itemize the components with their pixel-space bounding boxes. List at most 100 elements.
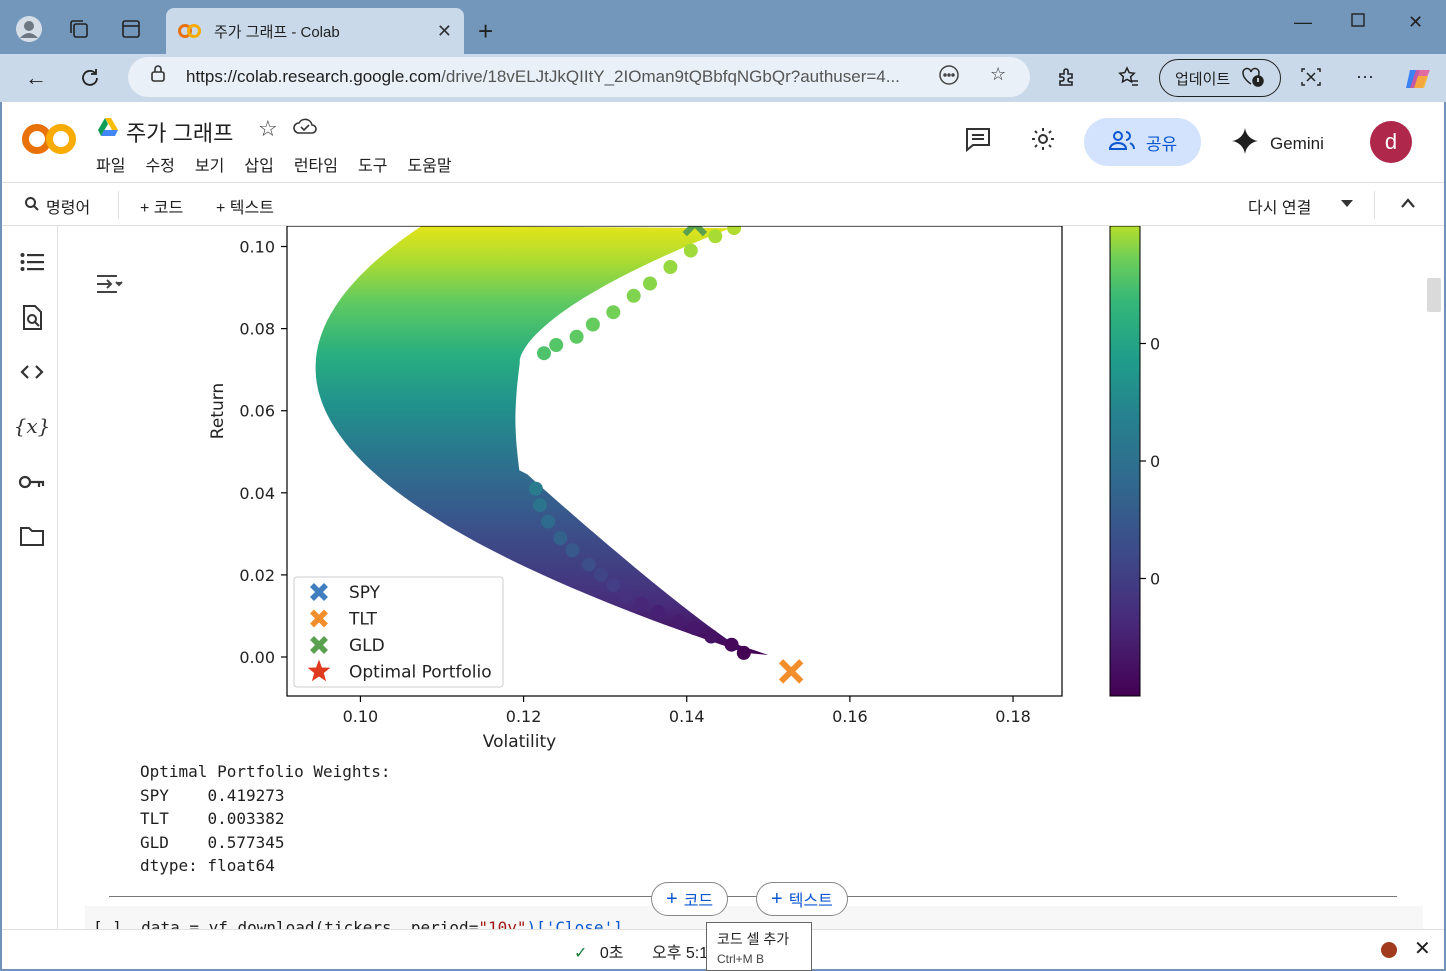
add-code-cell-button[interactable]: + 코드 bbox=[140, 194, 183, 218]
portfolio-point bbox=[634, 596, 649, 611]
insert-code-cell-button[interactable]: + 코드 bbox=[651, 882, 729, 916]
menu-file[interactable]: 파일 bbox=[96, 152, 125, 176]
toolbar-divider bbox=[1374, 191, 1375, 219]
comments-icon[interactable] bbox=[964, 126, 992, 159]
command-palette-button[interactable]: 명령어 bbox=[24, 194, 90, 218]
sharpe-colorbar: 0.20.40.6Sharpe Ratio bbox=[1109, 226, 1159, 697]
reconnect-button[interactable]: 다시 연결 bbox=[1248, 194, 1311, 218]
insert-text-label: 텍스트 bbox=[788, 893, 833, 910]
insert-code-label: 코드 bbox=[683, 893, 714, 910]
portfolio-point bbox=[651, 604, 666, 619]
left-sidebar: {𝑥} bbox=[2, 226, 58, 929]
y-tick-label: 0.10 bbox=[239, 238, 275, 257]
browser-tab-active[interactable]: 주가 그래프 - Colab ✕ bbox=[166, 8, 464, 54]
output-dtype: dtype: float64 bbox=[140, 856, 275, 875]
portfolio-point bbox=[626, 288, 641, 303]
back-icon[interactable]: ← bbox=[20, 62, 52, 94]
x-tick-label: 0.10 bbox=[343, 707, 379, 726]
star-notebook-icon[interactable]: ☆ bbox=[258, 116, 278, 142]
code-snippets-icon[interactable] bbox=[18, 358, 46, 386]
menu-tools[interactable]: 도구 bbox=[358, 152, 387, 176]
maximize-icon[interactable] bbox=[1350, 12, 1366, 33]
window-close-icon[interactable]: ✕ bbox=[1408, 12, 1423, 33]
portfolio-point bbox=[549, 338, 564, 352]
toolbar-divider bbox=[118, 191, 119, 219]
copilot-icon[interactable] bbox=[1404, 66, 1432, 97]
find-replace-icon[interactable] bbox=[18, 304, 46, 332]
x-tick-label: 0.18 bbox=[995, 707, 1031, 726]
favorites-icon[interactable] bbox=[1118, 66, 1140, 93]
portfolio-point bbox=[671, 615, 686, 630]
execution-status[interactable]: ✓ 0초 bbox=[574, 939, 623, 963]
profile-icon[interactable] bbox=[14, 14, 44, 44]
plus-icon: + bbox=[666, 887, 678, 910]
collapse-header-icon[interactable] bbox=[1400, 197, 1416, 209]
gemini-sparkle-icon bbox=[1232, 128, 1258, 159]
colab-logo-icon[interactable] bbox=[22, 120, 78, 156]
colab-page: 주가 그래프 ☆ 파일 수정 보기 삽입 런타임 도구 도움말 공유 Gemin… bbox=[2, 102, 1444, 969]
settings-gear-icon[interactable] bbox=[1030, 126, 1056, 159]
portfolio-point bbox=[663, 260, 678, 274]
session-status-icon[interactable] bbox=[1381, 942, 1397, 958]
output-actions-icon[interactable] bbox=[95, 272, 123, 302]
tab-close-icon[interactable]: ✕ bbox=[437, 21, 452, 42]
more-menu-icon[interactable]: ··· bbox=[1356, 66, 1374, 87]
share-button[interactable]: 공유 bbox=[1084, 118, 1201, 166]
extensions-icon[interactable] bbox=[1056, 66, 1078, 93]
y-tick-label: 0.06 bbox=[239, 402, 275, 421]
insert-text-cell-button[interactable]: + 텍스트 bbox=[756, 882, 848, 916]
y-tick-label: 0.02 bbox=[239, 566, 275, 585]
portfolio-point bbox=[618, 588, 633, 603]
menu-view[interactable]: 보기 bbox=[195, 152, 224, 176]
notebook-toolbar: 명령어 + 코드 + 텍스트 다시 연결 bbox=[2, 182, 1444, 226]
portfolio-point bbox=[687, 621, 702, 636]
cell-divider bbox=[109, 896, 1397, 897]
menu-edit[interactable]: 수정 bbox=[145, 152, 174, 176]
refresh-icon[interactable] bbox=[74, 62, 106, 94]
read-aloud-icon[interactable] bbox=[938, 64, 960, 91]
y-tick-label: 0.00 bbox=[239, 648, 275, 667]
colorbar-tick-label: 0.4 bbox=[1150, 452, 1159, 471]
favorite-star-icon[interactable]: ☆ bbox=[990, 64, 1006, 85]
user-avatar[interactable]: d bbox=[1370, 121, 1412, 163]
menu-help[interactable]: 도움말 bbox=[407, 152, 451, 176]
update-health-icon bbox=[1240, 65, 1264, 91]
variables-icon[interactable]: {𝑥} bbox=[14, 412, 51, 440]
menu-runtime[interactable]: 런타임 bbox=[294, 152, 338, 176]
output-header: Optimal Portfolio Weights: bbox=[140, 762, 391, 781]
files-folder-icon[interactable] bbox=[18, 522, 46, 550]
collections-icon[interactable] bbox=[64, 14, 94, 44]
menu-insert[interactable]: 삽입 bbox=[244, 152, 273, 176]
gemini-button[interactable]: Gemini bbox=[1232, 128, 1324, 159]
legend-label: GLD bbox=[349, 636, 385, 656]
add-text-cell-button[interactable]: + 텍스트 bbox=[216, 194, 274, 218]
browser-update-button[interactable]: 업데이트 bbox=[1159, 59, 1281, 97]
notebook-content: 0.10 0.12 0.14 0.16 0.18 0.00 0.02 0.04 0.06 0.08… bbox=[59, 226, 1444, 929]
tooltip-shortcut: Ctrl+M B bbox=[717, 952, 765, 966]
portfolio-point bbox=[553, 531, 568, 545]
close-status-icon[interactable]: ✕ bbox=[1414, 936, 1431, 961]
chart-legend: SPY TLT GLD Optimal Portfolio bbox=[293, 576, 504, 688]
notebook-title[interactable]: 주가 그래프 bbox=[126, 116, 233, 148]
portfolio-point bbox=[683, 243, 698, 258]
google-drive-icon[interactable] bbox=[98, 118, 118, 136]
efficient-frontier-chart: 0.10 0.12 0.14 0.16 0.18 0.00 0.02 0.04 0.06 0.08… bbox=[208, 226, 1159, 752]
colorbar-tick-label: 0.2 bbox=[1150, 570, 1159, 589]
tab-actions-icon[interactable] bbox=[116, 14, 146, 44]
minimize-icon[interactable]: — bbox=[1294, 12, 1312, 33]
secrets-key-icon[interactable] bbox=[18, 468, 46, 496]
table-of-contents-icon[interactable] bbox=[18, 248, 46, 276]
next-cell-code[interactable]: [ ] data = yf.download(tickers, period="… bbox=[93, 918, 623, 929]
tooltip-title: 코드 셀 추가 bbox=[717, 931, 790, 947]
url-input[interactable]: https://colab.research.google.com/drive/… bbox=[128, 57, 1030, 97]
site-info-icon[interactable] bbox=[150, 64, 166, 87]
new-tab-icon[interactable]: + bbox=[478, 16, 493, 47]
scrollbar-thumb[interactable] bbox=[1427, 278, 1441, 312]
elapsed-time: 0초 bbox=[599, 945, 624, 962]
command-label: 명령어 bbox=[46, 200, 91, 217]
url-host: https://colab.research.google.com bbox=[186, 67, 442, 86]
portfolio-point bbox=[532, 498, 547, 513]
cloud-saved-icon bbox=[292, 116, 318, 142]
runtime-dropdown-icon[interactable] bbox=[1340, 199, 1354, 209]
screenshot-icon[interactable] bbox=[1300, 66, 1322, 93]
